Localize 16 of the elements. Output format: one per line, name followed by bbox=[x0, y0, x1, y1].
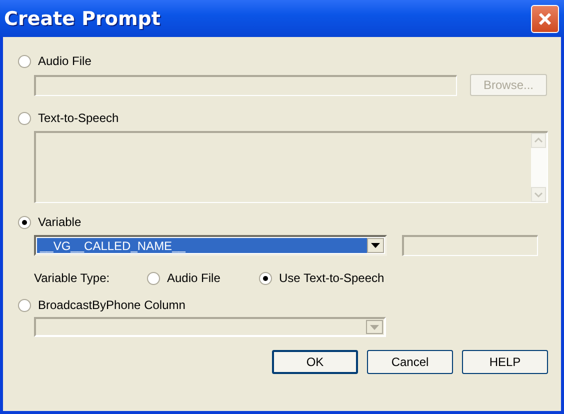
close-icon bbox=[538, 12, 552, 26]
dialog-button[interactable]: OK bbox=[272, 350, 358, 374]
audio-file-radio[interactable]: Audio File bbox=[18, 53, 548, 69]
broadcast-column-radio[interactable]: BroadcastByPhone Column bbox=[18, 297, 548, 313]
window-title: Create Prompt bbox=[4, 8, 160, 30]
variable-radio[interactable]: Variable bbox=[18, 214, 548, 230]
text-to-speech-radio[interactable]: Text-to-Speech bbox=[18, 110, 548, 126]
variable-type-radio[interactable]: Use Text-to-Speech bbox=[259, 270, 384, 286]
variable-type-radio[interactable]: Audio File bbox=[147, 270, 259, 286]
dropdown-arrow-icon bbox=[371, 243, 380, 248]
close-button[interactable] bbox=[531, 4, 559, 32]
dialog-button[interactable]: HELP bbox=[462, 350, 548, 374]
dialog-button[interactable]: Cancel bbox=[367, 350, 453, 374]
variable-type-label: Variable Type: bbox=[34, 271, 111, 285]
variable-dropdown[interactable]: __VG__CALLED_NAME__ bbox=[34, 235, 387, 256]
dropdown-arrow-icon bbox=[370, 324, 379, 330]
